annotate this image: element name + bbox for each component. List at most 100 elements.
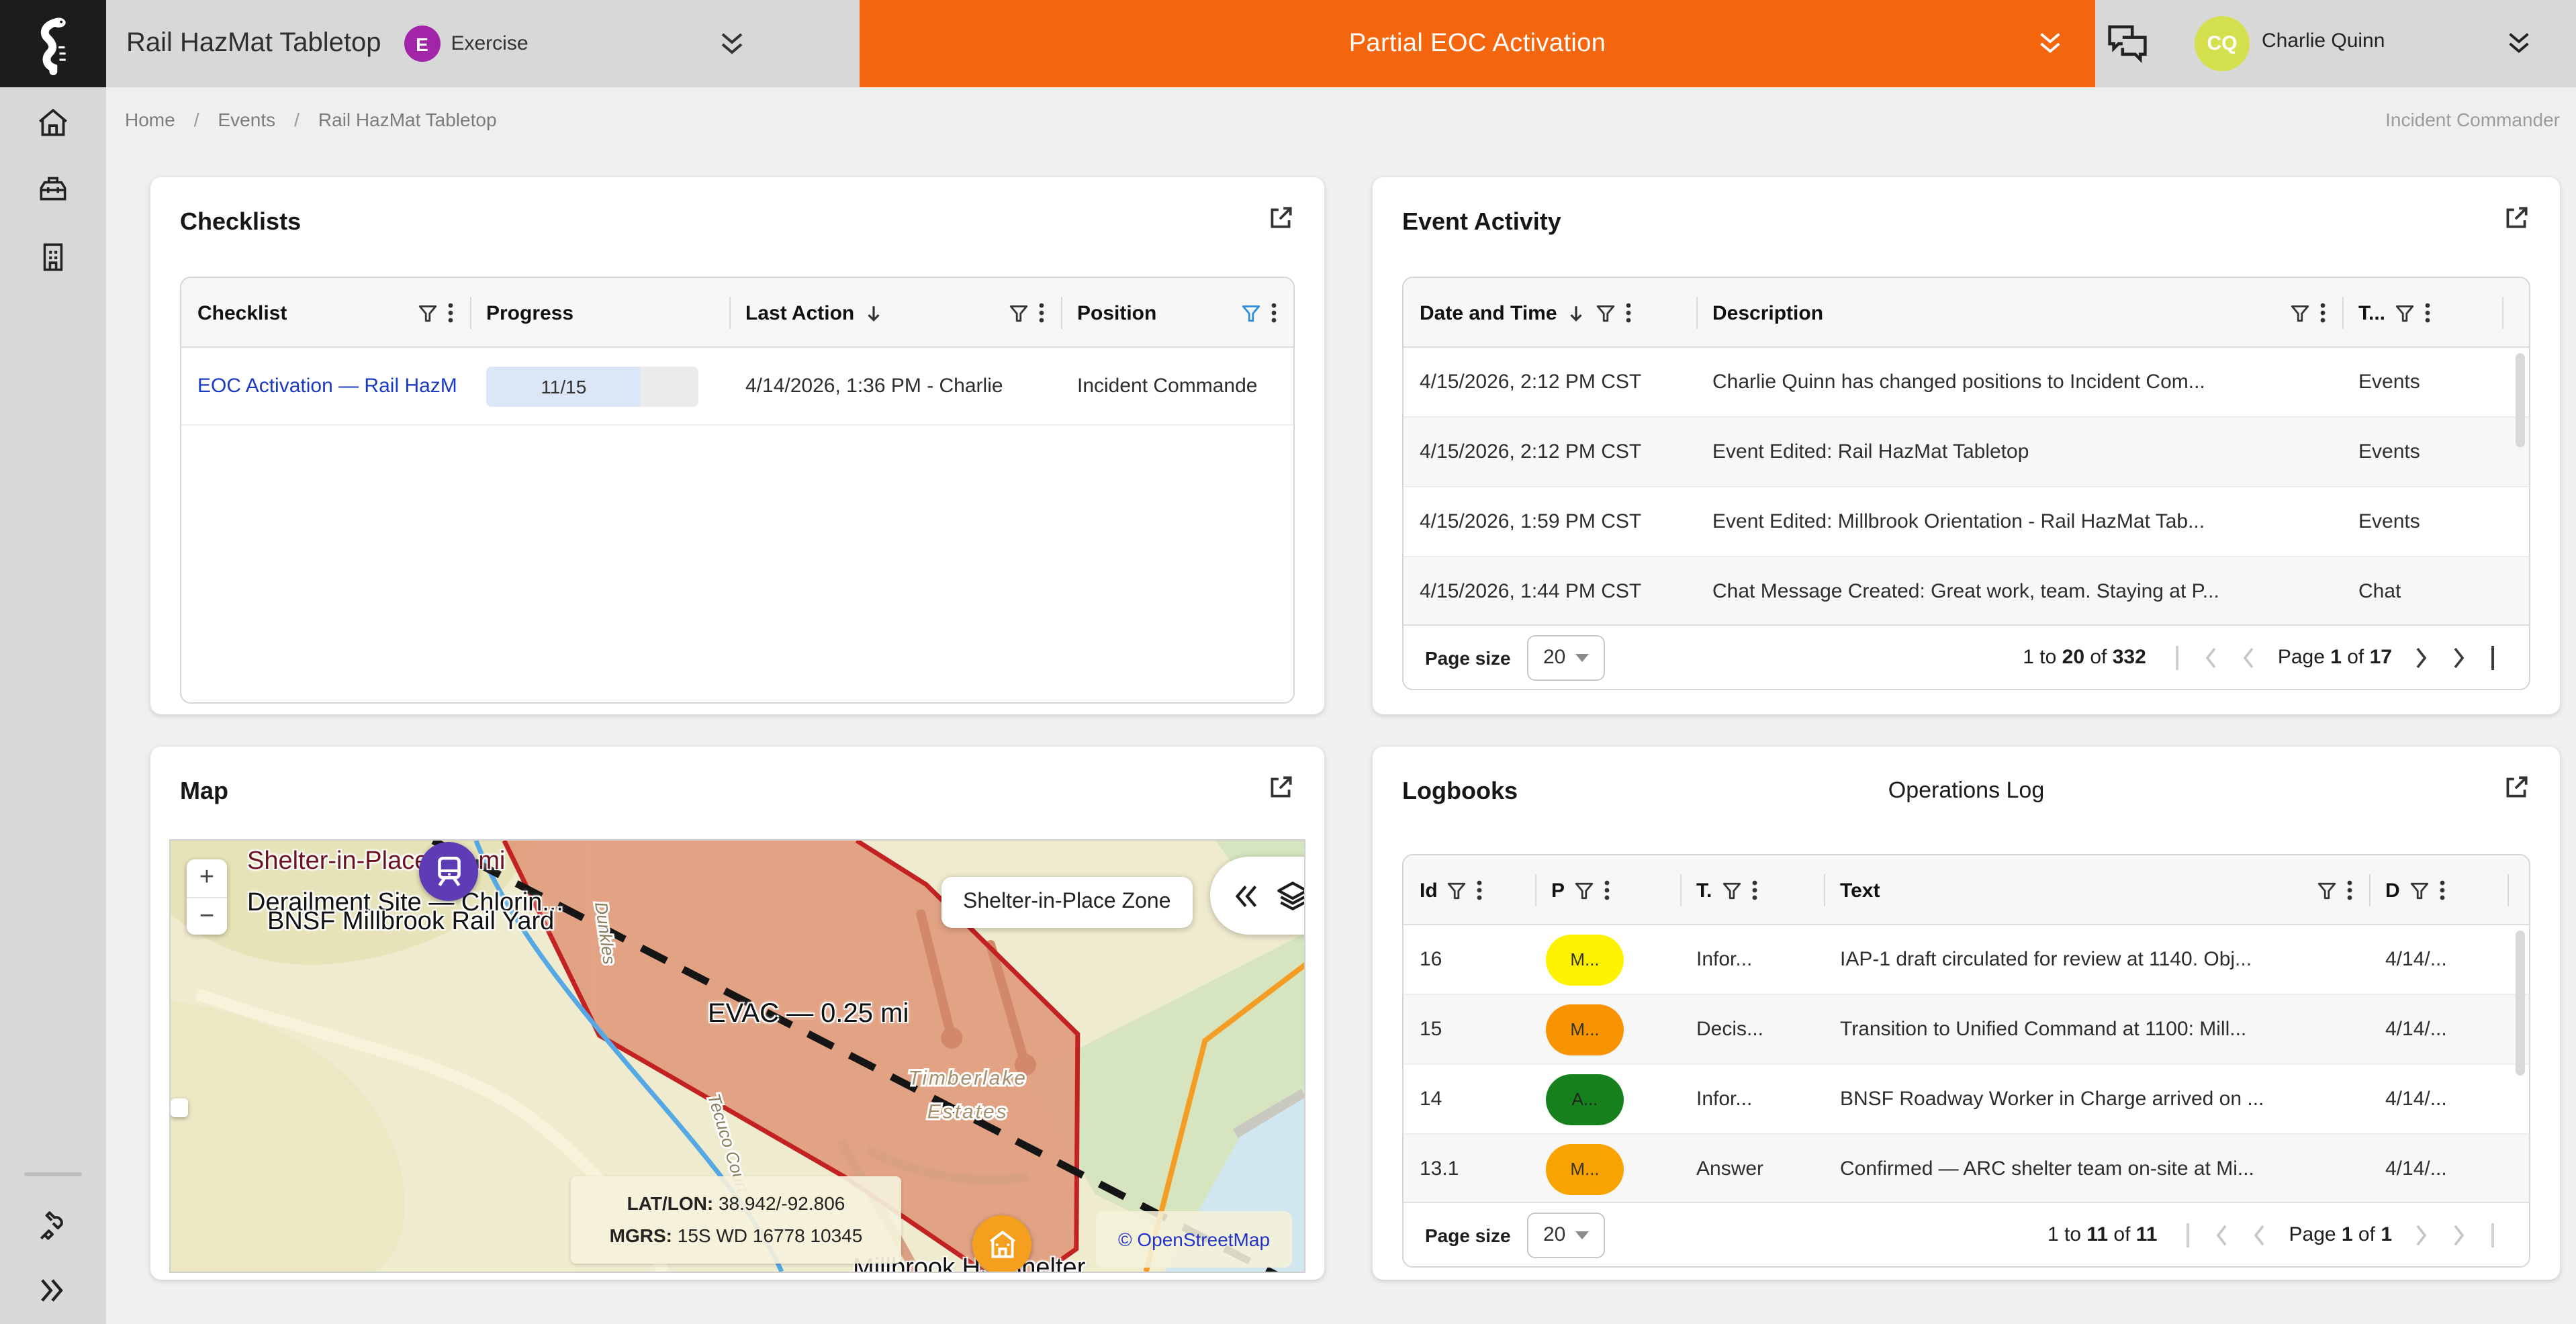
map-canvas[interactable]: Tecuco Court Dunkles Timberlake Estates …: [169, 839, 1305, 1273]
filter-icon[interactable]: [1447, 880, 1467, 900]
derailment-marker[interactable]: [419, 842, 478, 901]
map-coordinates-box: LAT/LON: 38.942/-92.806 MGRS: 15S WD 167…: [571, 1176, 901, 1264]
kebab-menu-icon[interactable]: [2439, 880, 2446, 901]
layers-icon[interactable]: [1275, 878, 1305, 914]
tools-icon: [35, 1209, 71, 1245]
sidebar-expand[interactable]: [35, 1273, 70, 1315]
column-header-description[interactable]: Description: [1696, 278, 2342, 348]
column-header-last-action[interactable]: Last Action: [729, 278, 1061, 348]
map-popout-button[interactable]: [1267, 773, 1295, 808]
chat-button[interactable]: [2103, 19, 2152, 74]
school-building-icon: [984, 1227, 1020, 1263]
sidebar-item-admin-tools[interactable]: [35, 1209, 71, 1251]
previous-page-icon[interactable]: [2238, 644, 2259, 671]
filter-icon[interactable]: [1574, 880, 1594, 900]
user-avatar[interactable]: CQ: [2195, 16, 2250, 71]
first-page-icon[interactable]: [2211, 1221, 2233, 1248]
sidebar-item-home[interactable]: [35, 105, 71, 148]
previous-page-icon[interactable]: [2249, 1221, 2270, 1248]
column-header-id[interactable]: Id: [1404, 855, 1535, 925]
sidebar: [0, 87, 106, 1324]
first-page-icon[interactable]: [2200, 644, 2221, 671]
column-header-date-time[interactable]: Date and Time: [1404, 278, 1696, 348]
shelter-marker[interactable]: [972, 1215, 1031, 1273]
column-header-type[interactable]: T.: [1680, 855, 1824, 925]
zoom-out-button[interactable]: −: [187, 897, 227, 935]
event-menu-chevron[interactable]: [717, 28, 749, 60]
latlon-readout: LAT/LON: 38.942/-92.806: [571, 1187, 901, 1219]
column-label: D: [2385, 879, 2400, 902]
filter-icon[interactable]: [2395, 303, 2415, 323]
column-header-date[interactable]: D: [2369, 855, 2508, 925]
column-label: T.: [1696, 879, 1712, 902]
filter-icon[interactable]: [2290, 303, 2310, 323]
user-menu-chevron[interactable]: [2503, 28, 2534, 66]
checklist-link[interactable]: EOC Activation — Rail HazM: [181, 375, 470, 397]
kebab-menu-icon[interactable]: [2319, 302, 2326, 324]
next-page-icon[interactable]: [2411, 1221, 2432, 1248]
filter-active-icon[interactable]: [1241, 303, 1261, 323]
kebab-menu-icon[interactable]: [1604, 880, 1610, 901]
kebab-menu-icon[interactable]: [1038, 302, 1045, 324]
filter-icon[interactable]: [418, 303, 438, 323]
page-size-select[interactable]: 20: [1527, 1212, 1605, 1258]
sidebar-item-toolbox[interactable]: [35, 171, 71, 214]
scrollbar-thumb[interactable]: [2516, 353, 2525, 447]
kebab-menu-icon[interactable]: [1751, 880, 1757, 901]
sidebar-item-building[interactable]: [35, 239, 71, 282]
breadcrumb-events[interactable]: Events: [218, 108, 276, 130]
table-row: 4/15/2026, 2:12 PM CST Charlie Quinn has…: [1404, 348, 2529, 418]
column-header-priority[interactable]: P: [1535, 855, 1680, 925]
column-header-progress[interactable]: Progress: [470, 278, 729, 348]
event-activity-card: Event Activity Date and Time Description: [1373, 177, 2560, 714]
zoom-in-button[interactable]: +: [187, 859, 227, 897]
filter-icon[interactable]: [1009, 303, 1029, 323]
checklists-popout-button[interactable]: [1267, 204, 1295, 239]
table-row: 4/15/2026, 1:59 PM CST Event Edited: Mil…: [1404, 487, 2529, 557]
breadcrumb-separator: /: [194, 108, 199, 130]
column-header-text[interactable]: Text: [1824, 855, 2369, 925]
collapse-panel-icon[interactable]: [1229, 879, 1262, 912]
filter-icon[interactable]: [2317, 880, 2337, 900]
breadcrumb-home[interactable]: Home: [125, 108, 175, 130]
progress-fill: 11/15: [486, 366, 641, 406]
last-page-icon[interactable]: [2448, 644, 2470, 671]
description-cell: Event Edited: Rail HazMat Tabletop: [1696, 440, 2342, 463]
open-in-new-icon: [2502, 204, 2530, 232]
column-label: Date and Time: [1420, 301, 1557, 324]
datetime-cell: 4/15/2026, 2:12 PM CST: [1404, 371, 1696, 393]
eoc-status-banner[interactable]: Partial EOC Activation: [860, 0, 2095, 87]
breadcrumb: Home / Events / Rail HazMat Tabletop Inc…: [106, 87, 2576, 150]
description-cell: Chat Message Created: Great work, team. …: [1696, 580, 2342, 603]
filter-icon[interactable]: [1596, 303, 1616, 323]
next-page-icon[interactable]: [2411, 644, 2432, 671]
logbooks-popout-button[interactable]: [2502, 773, 2530, 808]
caret-down-icon: [1575, 653, 1588, 661]
column-header-type[interactable]: T...: [2342, 278, 2502, 348]
page-size-select[interactable]: 20: [1527, 634, 1605, 680]
app-logo[interactable]: [0, 0, 106, 87]
text-cell: IAP-1 draft circulated for review at 114…: [1824, 948, 2369, 971]
filter-icon[interactable]: [2409, 880, 2430, 900]
checklists-table-header: Checklist Progress Last Action Position: [181, 278, 1293, 348]
kebab-menu-icon[interactable]: [2424, 302, 2431, 324]
filter-icon[interactable]: [1721, 880, 1741, 900]
kebab-menu-icon[interactable]: [2346, 880, 2353, 901]
column-label: Progress: [486, 301, 573, 324]
kebab-menu-icon[interactable]: [1477, 880, 1483, 901]
event-activity-title: Event Activity: [1402, 207, 1561, 236]
last-page-icon[interactable]: [2448, 1221, 2470, 1248]
double-chevron-down-icon: [2035, 28, 2066, 59]
map-control-fragment[interactable]: [171, 1098, 188, 1117]
scrollbar-thumb[interactable]: [2516, 931, 2525, 1076]
column-header-checklist[interactable]: Checklist: [181, 278, 470, 348]
column-header-position[interactable]: Position: [1061, 278, 1293, 348]
map-attribution-link[interactable]: © OpenStreetMap: [1096, 1211, 1292, 1268]
kebab-menu-icon[interactable]: [447, 302, 454, 324]
kebab-menu-icon[interactable]: [1626, 302, 1632, 324]
kebab-menu-icon[interactable]: [1271, 302, 1277, 324]
event-activity-pagination: Page size 20 1 to 20 of 332 Page 1 of 17: [1404, 624, 2529, 689]
text-cell: BNSF Roadway Worker in Charge arrived on…: [1824, 1088, 2369, 1110]
banner-chevron[interactable]: [2035, 28, 2066, 66]
event-activity-popout-button[interactable]: [2502, 204, 2530, 239]
